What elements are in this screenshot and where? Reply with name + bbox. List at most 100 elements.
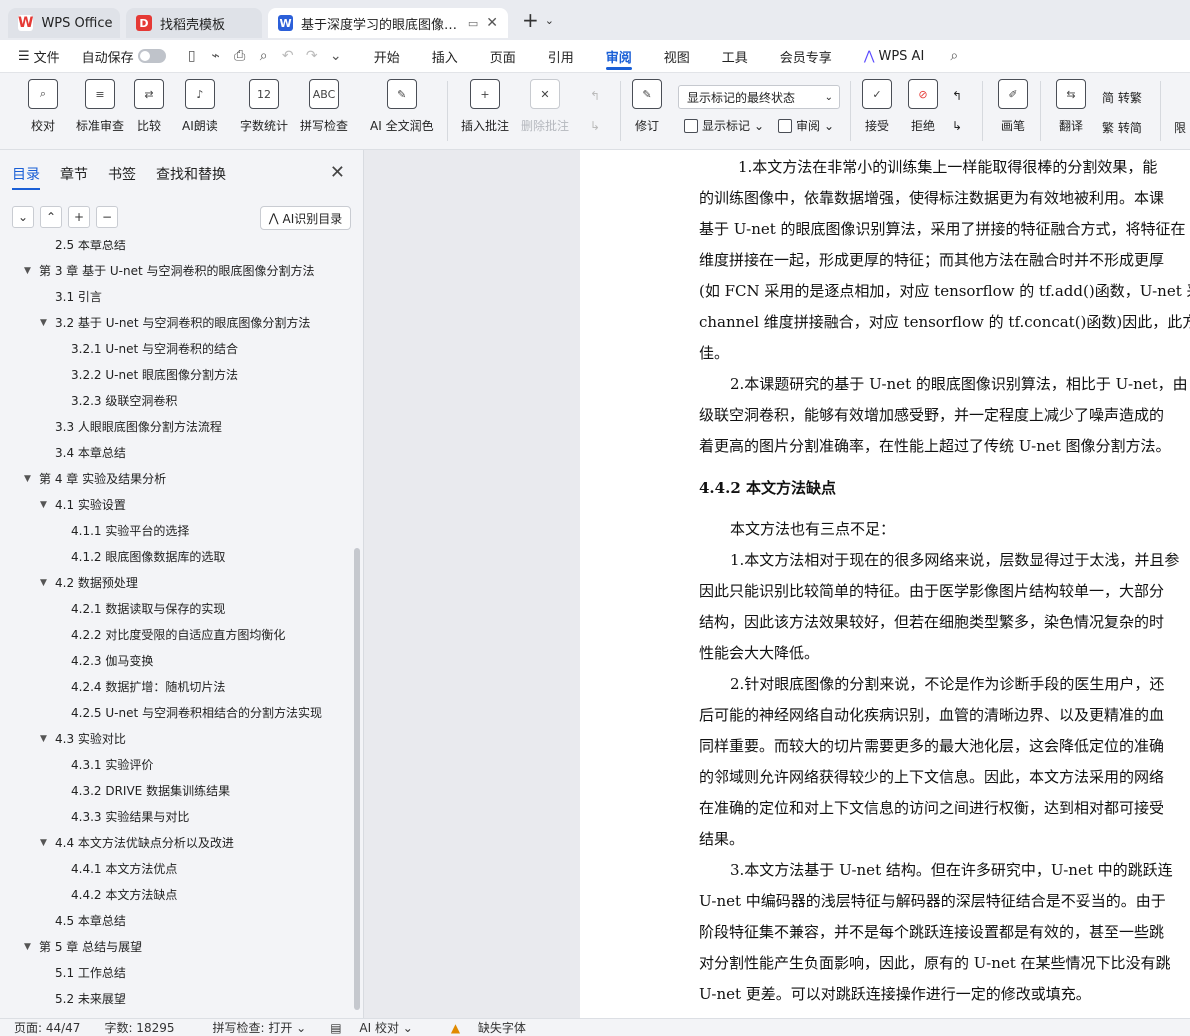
close-tab-icon[interactable]: ✕: [486, 15, 498, 31]
toc-item[interactable]: 3.3 人眼眼底图像分割方法流程: [55, 418, 222, 435]
tab-review[interactable]: 审阅: [590, 40, 648, 72]
toc-item[interactable]: 3.1 引言: [55, 288, 102, 305]
tab-member[interactable]: 会员专享: [764, 40, 848, 72]
autosave-toggle-group[interactable]: 自动保存: [78, 47, 170, 66]
toc-item[interactable]: ▼ 4.1 实验设置: [40, 496, 126, 513]
tab-toc[interactable]: 目录: [12, 164, 40, 190]
tab-document[interactable]: W 基于深度学习的眼底图像分割 ▭ ✕: [268, 8, 508, 38]
to-simplified-button[interactable]: 繁 转简: [1102, 119, 1142, 136]
pen-button[interactable]: ✐ 画笔: [998, 79, 1028, 134]
display-markup-select[interactable]: 显示标记的最终状态 ⌄: [678, 85, 840, 109]
reject-button[interactable]: ⊘ 拒绝: [908, 79, 938, 134]
toc-item[interactable]: ▼ 第 4 章 实验及结果分析: [24, 470, 166, 487]
remove-heading-icon[interactable]: −: [96, 206, 118, 228]
toc-item[interactable]: 4.2.2 对比度受限的自适应直方图均衡化: [71, 626, 285, 643]
toc-item[interactable]: 4.4.1 本文方法优点: [71, 860, 177, 877]
toc-item[interactable]: ▼ 3.2 基于 U-net 与空洞卷积的眼底图像分割方法: [40, 314, 310, 331]
add-heading-icon[interactable]: +: [68, 206, 90, 228]
translate-button[interactable]: ⇆ 翻译: [1056, 79, 1086, 134]
close-pane-icon[interactable]: ✕: [330, 162, 345, 183]
new-tab-icon[interactable]: +: [522, 8, 539, 32]
toc-item[interactable]: 4.3.1 实验评价: [71, 756, 153, 773]
ai-toc-button[interactable]: ⋀ AI识别目录: [260, 206, 351, 230]
tab-references[interactable]: 引用: [532, 40, 590, 72]
toc-item[interactable]: ▼ 第 3 章 基于 U-net 与空洞卷积的眼底图像分割方法: [24, 262, 315, 279]
chevron-down-icon[interactable]: ⌄: [545, 14, 554, 27]
ai-check-status[interactable]: ▤ AI 校对 ⌄: [330, 1019, 413, 1036]
autosave-toggle[interactable]: [137, 49, 166, 63]
show-markup-button[interactable]: 显示标记 ⌄: [684, 117, 764, 134]
insert-comment-button[interactable]: + 插入批注: [461, 79, 509, 134]
expand-arrow-icon[interactable]: ▼: [40, 500, 47, 510]
tab-view[interactable]: 视图: [648, 40, 706, 72]
next-change-icon[interactable]: ↳: [952, 119, 962, 133]
accept-button[interactable]: ✓ 接受: [862, 79, 892, 134]
undo-icon[interactable]: ↶: [280, 48, 296, 64]
tab-wps-ai[interactable]: ⋀ WPS AI: [848, 40, 940, 72]
tab-insert[interactable]: 插入: [416, 40, 474, 72]
tab-find-replace[interactable]: 查找和替换: [156, 164, 226, 184]
toc-item[interactable]: 5.2 未来展望: [55, 990, 126, 1007]
spell-check-button[interactable]: ABC 拼写检查: [300, 79, 348, 134]
toc-item[interactable]: 5.1 工作总结: [55, 964, 126, 981]
word-count-button[interactable]: 12 字数统计: [240, 79, 288, 134]
expand-down-icon[interactable]: ⌄: [12, 206, 34, 228]
compare-button[interactable]: ⇄ 比较: [134, 79, 164, 134]
toc-item[interactable]: ▼ 4.3 实验对比: [40, 730, 126, 747]
tab-home[interactable]: 开始: [358, 40, 416, 72]
prev-change-icon[interactable]: ↰: [952, 89, 962, 103]
share-icon[interactable]: ⌁: [208, 48, 224, 64]
spell-check-status[interactable]: 拼写检查: 打开 ⌄: [199, 1019, 307, 1036]
search-icon[interactable]: ⌕: [946, 48, 962, 64]
expand-arrow-icon[interactable]: ▼: [24, 474, 31, 484]
tab-page[interactable]: 页面: [474, 40, 532, 72]
delete-comment-button[interactable]: ✕ 删除批注: [521, 79, 569, 134]
toc-item[interactable]: 4.5 本章总结: [55, 912, 126, 929]
toc-item[interactable]: 4.3.3 实验结果与对比: [71, 808, 189, 825]
expand-arrow-icon[interactable]: ▼: [40, 734, 47, 744]
toc-item[interactable]: 4.1.1 实验平台的选择: [71, 522, 189, 539]
expand-arrow-icon[interactable]: ▼: [40, 318, 47, 328]
prev-comment-icon[interactable]: ↰: [590, 89, 600, 103]
toc-item[interactable]: 4.3.2 DRIVE 数据集训练结果: [71, 782, 230, 799]
expand-arrow-icon[interactable]: ▼: [24, 942, 31, 952]
page-indicator[interactable]: 页面: 44/47: [14, 1019, 80, 1036]
toc-item[interactable]: 3.2.1 U-net 与空洞卷积的结合: [71, 340, 238, 357]
document-page[interactable]: 1.本文方法在非常小的训练集上一样能取得很棒的分割效果，能 的训练图像中，依靠数据…: [580, 150, 1190, 1018]
file-menu[interactable]: ☰ 文件: [14, 47, 64, 66]
print-preview-icon[interactable]: ⌕: [256, 48, 272, 64]
standard-review-button[interactable]: ≡ 标准审查: [76, 79, 124, 134]
track-changes-button[interactable]: ✎ 修订: [632, 79, 662, 134]
toc-item[interactable]: 4.4.2 本文方法缺点: [71, 886, 177, 903]
toc-item[interactable]: 3.2.3 级联空洞卷积: [71, 392, 177, 409]
tab-tools[interactable]: 工具: [706, 40, 764, 72]
tab-wps-office[interactable]: W WPS Office: [8, 8, 120, 38]
expand-arrow-icon[interactable]: ▼: [40, 578, 47, 588]
toc-item[interactable]: 4.2.4 数据扩增：随机切片法: [71, 678, 225, 695]
more-chevron-icon[interactable]: ⌄: [328, 48, 344, 64]
toc-item[interactable]: 4.1.2 眼底图像数据库的选取: [71, 548, 225, 565]
word-count[interactable]: 字数: 18295: [104, 1019, 174, 1036]
toc-item[interactable]: 2.5 本章总结: [55, 240, 126, 253]
toc-item[interactable]: 3.2.2 U-net 眼底图像分割方法: [71, 366, 238, 383]
toc-item[interactable]: ▼ 第 5 章 总结与展望: [24, 938, 142, 955]
toc-item[interactable]: 4.2.1 数据读取与保存的实现: [71, 600, 225, 617]
next-comment-icon[interactable]: ↳: [590, 119, 600, 133]
review-pane-button[interactable]: 审阅 ⌄: [778, 117, 834, 134]
toc-item[interactable]: ▼ 4.2 数据预处理: [40, 574, 138, 591]
restrict-edit-button[interactable]: 限: [1174, 119, 1186, 136]
expand-arrow-icon[interactable]: ▼: [40, 838, 47, 848]
print-icon[interactable]: ⎙: [232, 48, 248, 64]
to-traditional-button[interactable]: 简 转繁: [1102, 89, 1142, 106]
proofread-button[interactable]: ⌕ 校对: [28, 79, 58, 134]
missing-font-status[interactable]: ▲ 缺失字体: [437, 1019, 526, 1036]
redo-icon[interactable]: ↷: [304, 48, 320, 64]
toc-item[interactable]: 3.4 本章总结: [55, 444, 126, 461]
ai-read-button[interactable]: ♪ AI朗读: [182, 79, 218, 134]
ai-polish-button[interactable]: ✎ AI 全文润色: [370, 79, 434, 134]
expand-arrow-icon[interactable]: ▼: [24, 266, 31, 276]
toc-scrollbar[interactable]: [354, 548, 360, 1010]
tab-chapters[interactable]: 章节: [60, 164, 88, 184]
tab-bookmarks[interactable]: 书签: [108, 164, 136, 184]
toc-item[interactable]: 4.2.5 U-net 与空洞卷积相结合的分割方法实现: [71, 704, 322, 721]
